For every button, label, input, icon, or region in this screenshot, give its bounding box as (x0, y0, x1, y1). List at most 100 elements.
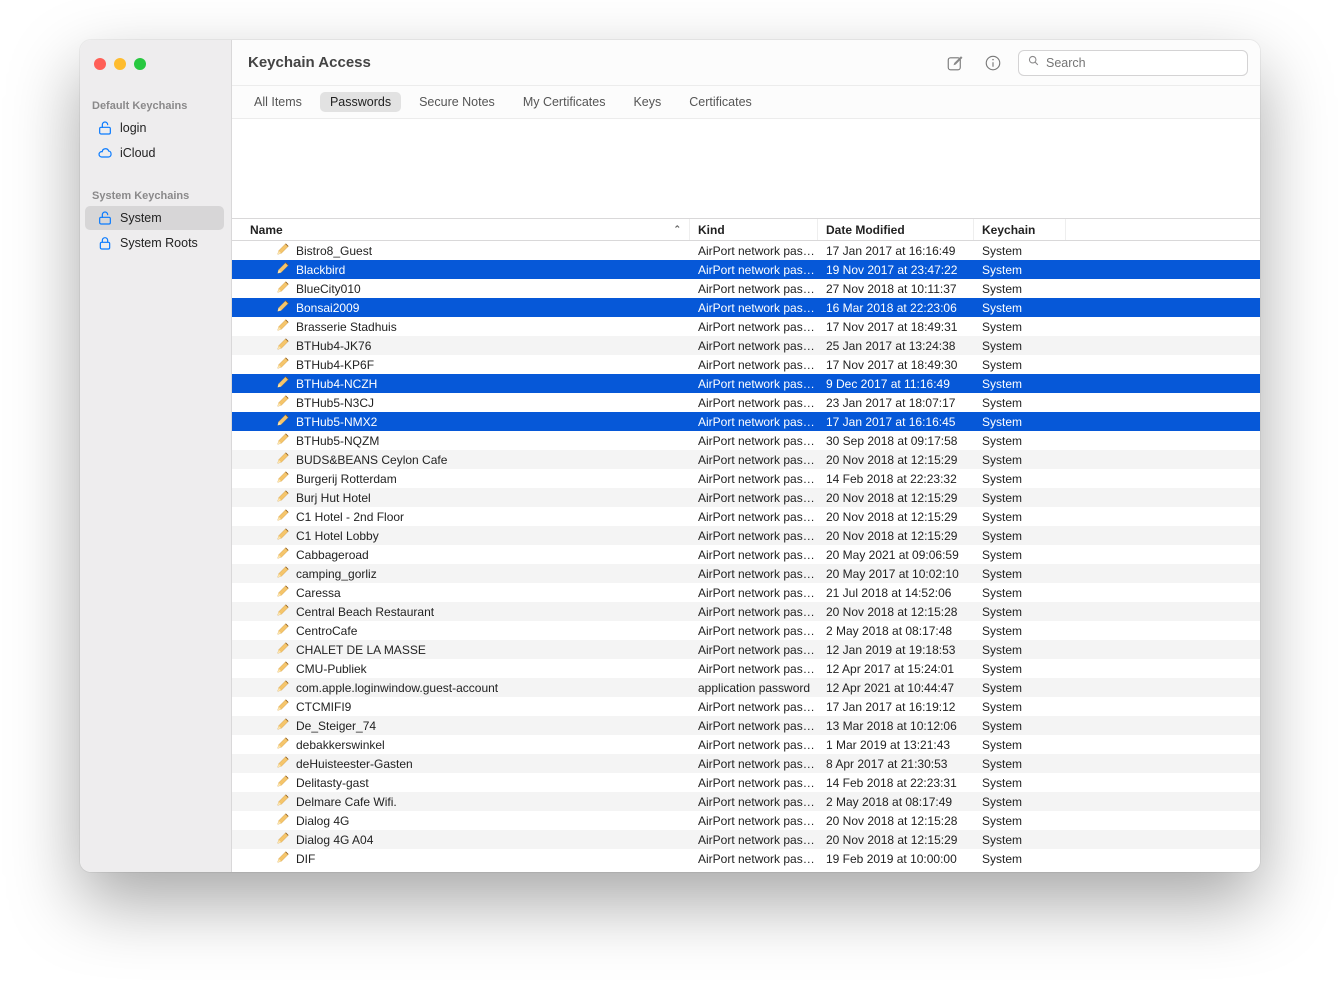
cell-keychain: System (974, 526, 1066, 545)
table-row[interactable]: De_Steiger_74AirPort network pas…13 Mar … (232, 716, 1260, 735)
password-item-icon (276, 508, 290, 525)
cell-name: BTHub4-JK76 (232, 336, 690, 355)
cell-keychain: System (974, 279, 1066, 298)
table-row[interactable]: C1 Hotel - 2nd FloorAirPort network pas…… (232, 507, 1260, 526)
cell-keychain: System (974, 849, 1066, 868)
table-row[interactable]: Dialog 4GAirPort network pas…20 Nov 2018… (232, 811, 1260, 830)
cell-date: 20 May 2017 at 10:02:10 (818, 564, 974, 583)
tab-certificates[interactable]: Certificates (679, 92, 762, 112)
table-row[interactable]: Bonsai2009AirPort network pas…16 Mar 201… (232, 298, 1260, 317)
table-row[interactable]: deHuisteester-GastenAirPort network pas…… (232, 754, 1260, 773)
password-item-icon (276, 261, 290, 278)
close-window-button[interactable] (94, 58, 106, 70)
table-row[interactable]: BlueCity010AirPort network pas…27 Nov 20… (232, 279, 1260, 298)
cell-date: 23 Jan 2017 at 18:07:17 (818, 393, 974, 412)
cell-spacer (1066, 621, 1260, 640)
table-row[interactable]: CaressaAirPort network pas…21 Jul 2018 a… (232, 583, 1260, 602)
tab-keys[interactable]: Keys (623, 92, 671, 112)
table-row[interactable]: BTHub5-N3CJAirPort network pas…23 Jan 20… (232, 393, 1260, 412)
table-row[interactable]: BlackbirdAirPort network pas…19 Nov 2017… (232, 260, 1260, 279)
cell-name: CentroCafe (232, 621, 690, 640)
table-row[interactable]: com.apple.loginwindow.guest-accountappli… (232, 678, 1260, 697)
column-header-keychain[interactable]: Keychain (974, 219, 1066, 240)
item-name: De_Steiger_74 (296, 719, 376, 733)
sidebar-item-system-roots[interactable]: System Roots (85, 231, 224, 255)
table-row[interactable]: BTHub5-NMX2AirPort network pas…17 Jan 20… (232, 412, 1260, 431)
cell-spacer (1066, 602, 1260, 621)
cell-spacer (1066, 374, 1260, 393)
cell-name: C1 Hotel Lobby (232, 526, 690, 545)
table-row[interactable]: Delitasty-gastAirPort network pas…14 Feb… (232, 773, 1260, 792)
cell-keychain: System (974, 678, 1066, 697)
column-header-kind[interactable]: Kind (690, 219, 818, 240)
password-item-icon (276, 774, 290, 791)
cell-keychain: System (974, 602, 1066, 621)
info-button[interactable] (980, 50, 1006, 76)
tab-my-certificates[interactable]: My Certificates (513, 92, 616, 112)
table-row[interactable]: Burj Hut HotelAirPort network pas…20 Nov… (232, 488, 1260, 507)
cell-kind: AirPort network pas… (690, 260, 818, 279)
table-row[interactable]: CMU-PubliekAirPort network pas…12 Apr 20… (232, 659, 1260, 678)
compose-button[interactable] (942, 50, 968, 76)
cell-keychain: System (974, 469, 1066, 488)
table-row[interactable]: debakkerswinkelAirPort network pas…1 Mar… (232, 735, 1260, 754)
table-row[interactable]: Dialog 4G A04AirPort network pas…20 Nov … (232, 830, 1260, 849)
item-name: com.apple.loginwindow.guest-account (296, 681, 498, 695)
table-row[interactable]: BUDS&BEANS Ceylon CafeAirPort network pa… (232, 450, 1260, 469)
table-row[interactable]: BTHub4-KP6FAirPort network pas…17 Nov 20… (232, 355, 1260, 374)
sidebar-item-login[interactable]: login (85, 116, 224, 140)
column-header-date[interactable]: Date Modified (818, 219, 974, 240)
table-row[interactable]: camping_gorlizAirPort network pas…20 May… (232, 564, 1260, 583)
password-item-icon (276, 622, 290, 639)
cell-keychain: System (974, 450, 1066, 469)
password-item-icon (276, 527, 290, 544)
table-row[interactable]: BTHub4-JK76AirPort network pas…25 Jan 20… (232, 336, 1260, 355)
table-row[interactable]: CabbageroadAirPort network pas…20 May 20… (232, 545, 1260, 564)
table-row[interactable]: DIFAirPort network pas…19 Feb 2019 at 10… (232, 849, 1260, 868)
table-row[interactable]: Bistro8_GuestAirPort network pas…17 Jan … (232, 241, 1260, 260)
search-input[interactable] (1046, 56, 1239, 70)
table-row[interactable]: CHALET DE LA MASSEAirPort network pas…12… (232, 640, 1260, 659)
table-row[interactable]: Burgerij RotterdamAirPort network pas…14… (232, 469, 1260, 488)
item-name: C1 Hotel Lobby (296, 529, 379, 543)
tab-secure-notes[interactable]: Secure Notes (409, 92, 505, 112)
column-header-name[interactable]: Name⌃ (232, 219, 690, 240)
zoom-window-button[interactable] (134, 58, 146, 70)
table-row[interactable]: C1 Hotel LobbyAirPort network pas…20 Nov… (232, 526, 1260, 545)
table-row[interactable]: Central Beach RestaurantAirPort network … (232, 602, 1260, 621)
table-row[interactable]: Delmare Cafe Wifi.AirPort network pas…2 … (232, 792, 1260, 811)
cell-kind: AirPort network pas… (690, 469, 818, 488)
cell-spacer (1066, 716, 1260, 735)
table-row[interactable]: CTCMIFI9AirPort network pas…17 Jan 2017 … (232, 697, 1260, 716)
cell-name: debakkerswinkel (232, 735, 690, 754)
sidebar-item-label: login (120, 121, 146, 135)
minimize-window-button[interactable] (114, 58, 126, 70)
password-item-icon (276, 242, 290, 259)
table-row[interactable]: BTHub4-NCZHAirPort network pas…9 Dec 201… (232, 374, 1260, 393)
cell-name: Bistro8_Guest (232, 241, 690, 260)
sort-indicator-icon: ⌃ (673, 224, 681, 235)
tab-all-items[interactable]: All Items (244, 92, 312, 112)
password-item-icon (276, 584, 290, 601)
cell-name: BTHub5-N3CJ (232, 393, 690, 412)
sidebar-item-system[interactable]: System (85, 206, 224, 230)
sidebar-item-icloud[interactable]: iCloud (85, 141, 224, 165)
search-field[interactable] (1018, 50, 1248, 76)
cell-keychain: System (974, 830, 1066, 849)
table-row[interactable]: BTHub5-NQZMAirPort network pas…30 Sep 20… (232, 431, 1260, 450)
cell-kind: AirPort network pas… (690, 412, 818, 431)
cell-name: Brasserie Stadhuis (232, 317, 690, 336)
table-row[interactable]: CentroCafeAirPort network pas…2 May 2018… (232, 621, 1260, 640)
tab-passwords[interactable]: Passwords (320, 92, 401, 112)
password-item-icon (276, 812, 290, 829)
cell-kind: AirPort network pas… (690, 811, 818, 830)
cell-keychain: System (974, 431, 1066, 450)
items-table[interactable]: Name⌃ Kind Date Modified Keychain Bistro… (232, 219, 1260, 872)
cell-name: CTCMIFI9 (232, 697, 690, 716)
table-row[interactable]: Brasserie StadhuisAirPort network pas…17… (232, 317, 1260, 336)
cell-date: 14 Feb 2018 at 22:23:32 (818, 469, 974, 488)
cell-date: 17 Nov 2017 at 18:49:31 (818, 317, 974, 336)
password-item-icon (276, 698, 290, 715)
item-name: BTHub4-KP6F (296, 358, 374, 372)
cell-name: Burj Hut Hotel (232, 488, 690, 507)
